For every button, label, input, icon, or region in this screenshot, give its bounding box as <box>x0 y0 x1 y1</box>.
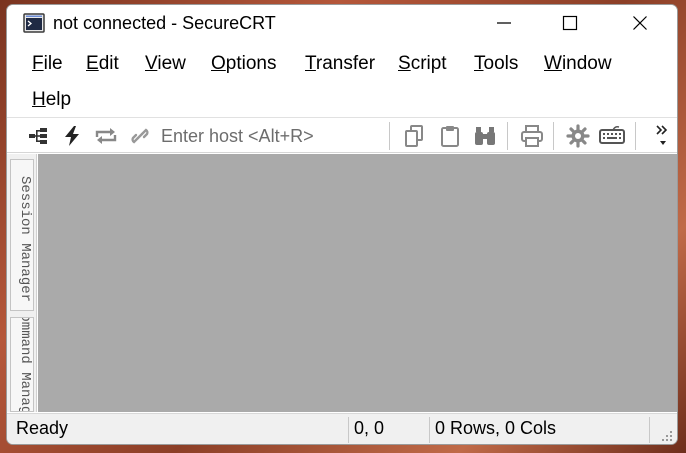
toolbar-separator <box>635 122 636 150</box>
securecrt-window: not connected - SecureCRT File Edit View… <box>6 4 678 445</box>
sidebar: Session Manager Command Manager <box>7 154 37 412</box>
toolbar-separator <box>507 122 508 150</box>
title-bar[interactable]: not connected - SecureCRT <box>7 5 677 41</box>
overflow-icon[interactable] <box>652 123 674 149</box>
close-button[interactable] <box>605 5 675 41</box>
print-icon[interactable] <box>519 123 545 149</box>
maximize-button[interactable] <box>535 5 605 41</box>
maximize-icon <box>562 15 578 31</box>
status-bar: Ready 0, 0 0 Rows, 0 Cols <box>7 413 677 444</box>
menu-transfer[interactable]: Transfer <box>305 53 375 75</box>
terminal-area[interactable] <box>38 154 677 412</box>
status-divider <box>649 417 650 443</box>
menu-script[interactable]: Script <box>398 53 447 75</box>
resize-grip-icon[interactable] <box>659 428 673 442</box>
menu-window[interactable]: Window <box>544 53 612 75</box>
minimize-icon <box>497 22 511 24</box>
disconnect-icon[interactable] <box>127 123 153 149</box>
status-divider <box>429 417 430 443</box>
status-size: 0 Rows, 0 Cols <box>435 418 557 438</box>
status-divider <box>348 417 349 443</box>
toolbar-separator <box>553 122 554 150</box>
menu-file[interactable]: File <box>32 53 63 75</box>
tab-command-manager[interactable]: Command Manager <box>10 317 34 412</box>
menu-tools[interactable]: Tools <box>474 53 518 75</box>
copy-icon[interactable] <box>401 123 427 149</box>
minimize-button[interactable] <box>469 5 539 41</box>
status-text: Ready <box>16 418 69 438</box>
toolbar-separator <box>389 122 390 150</box>
menu-bar: File Edit View Options Transfer Script T… <box>7 43 677 117</box>
keymap-icon[interactable] <box>599 123 625 149</box>
menu-edit[interactable]: Edit <box>86 53 119 75</box>
quick-connect-icon[interactable] <box>59 123 85 149</box>
connect-icon[interactable] <box>25 123 51 149</box>
find-icon[interactable] <box>472 123 498 149</box>
menu-help[interactable]: Help <box>32 89 71 111</box>
window-title: not connected - SecureCRT <box>53 13 276 33</box>
reconnect-icon[interactable] <box>93 123 119 149</box>
tab-session-manager[interactable]: Session Manager <box>10 159 34 311</box>
settings-icon[interactable] <box>565 123 591 149</box>
menu-options[interactable]: Options <box>211 53 276 75</box>
app-icon <box>23 13 45 33</box>
close-icon <box>633 16 647 30</box>
menu-view[interactable]: View <box>145 53 186 75</box>
paste-icon[interactable] <box>437 123 463 149</box>
status-position: 0, 0 <box>354 418 385 438</box>
toolbar <box>7 117 677 153</box>
host-input[interactable] <box>161 124 387 148</box>
